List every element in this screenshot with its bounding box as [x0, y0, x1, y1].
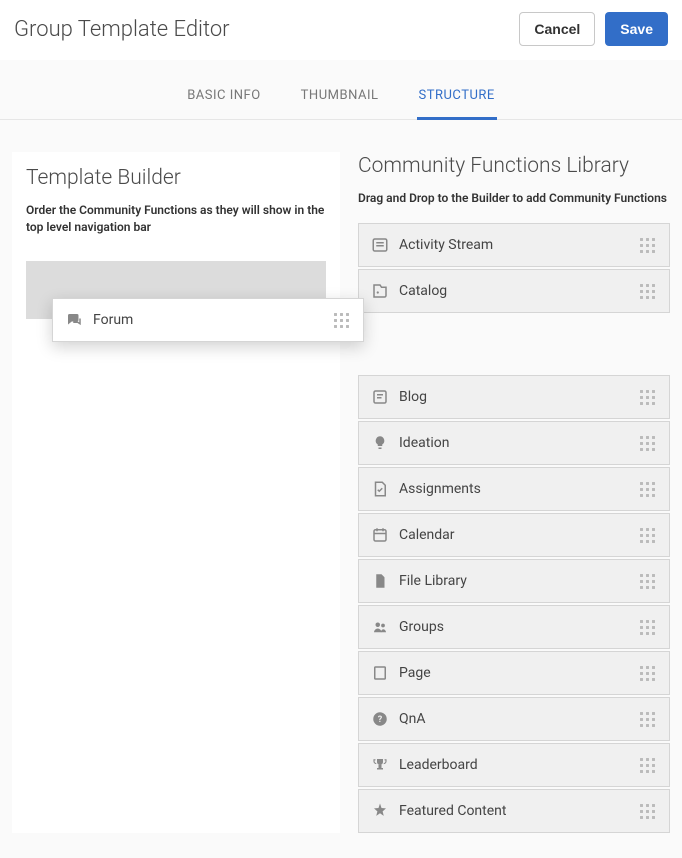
drag-handle-icon[interactable] [637, 709, 657, 729]
library-item[interactable]: Activity Stream [358, 223, 670, 267]
drag-handle-icon[interactable] [637, 755, 657, 775]
groups-icon [371, 618, 389, 636]
dragging-item-forum[interactable]: Forum [52, 298, 364, 342]
cancel-button[interactable]: Cancel [519, 12, 595, 46]
drag-handle-icon[interactable] [637, 617, 657, 637]
assign-icon [371, 480, 389, 498]
header: Group Template Editor Cancel Save [0, 0, 682, 60]
idea-icon [371, 434, 389, 452]
file-icon [371, 572, 389, 590]
trophy-icon [371, 756, 389, 774]
tab-thumbnail[interactable]: THUMBNAIL [299, 88, 381, 119]
library-item-label: Page [399, 665, 637, 681]
save-button[interactable]: Save [605, 12, 668, 46]
drag-handle-icon[interactable] [637, 525, 657, 545]
library-item[interactable]: Assignments [358, 467, 670, 511]
library-subtitle: Drag and Drop to the Builder to add Comm… [358, 190, 670, 207]
template-builder-panel: Template Builder Order the Community Fun… [12, 152, 340, 833]
content: Template Builder Order the Community Fun… [0, 120, 682, 833]
library-item[interactable]: Blog [358, 375, 670, 419]
library-item[interactable]: QnA [358, 697, 670, 741]
drag-handle-icon[interactable] [637, 571, 657, 591]
drag-handle-icon[interactable] [331, 310, 351, 330]
builder-subtitle: Order the Community Functions as they wi… [26, 202, 326, 237]
drag-handle-icon[interactable] [637, 433, 657, 453]
library-item-label: Activity Stream [399, 237, 637, 253]
library-item-label: Ideation [399, 435, 637, 451]
library-title: Community Functions Library [358, 154, 670, 178]
drag-handle-icon[interactable] [637, 235, 657, 255]
library-item[interactable]: Catalog [358, 269, 670, 313]
library-item-label: Calendar [399, 527, 637, 543]
page-title: Group Template Editor [14, 17, 230, 42]
qna-icon [371, 710, 389, 728]
library-item[interactable]: Leaderboard [358, 743, 670, 787]
library-item-label: File Library [399, 573, 637, 589]
library-item-label: Blog [399, 389, 637, 405]
library-item[interactable]: Groups [358, 605, 670, 649]
page-icon [371, 664, 389, 682]
library-item-label: Catalog [399, 283, 637, 299]
library-item-label: Groups [399, 619, 637, 635]
drag-handle-icon[interactable] [637, 387, 657, 407]
drag-handle-icon[interactable] [637, 801, 657, 821]
library-item-label: QnA [399, 711, 637, 727]
library-item-label: Leaderboard [399, 757, 637, 773]
library-item[interactable]: Calendar [358, 513, 670, 557]
drag-handle-icon[interactable] [637, 479, 657, 499]
calendar-icon [371, 526, 389, 544]
tab-structure[interactable]: STRUCTURE [417, 88, 497, 120]
tab-basic-info[interactable]: BASIC INFO [185, 88, 262, 119]
list-icon [371, 236, 389, 254]
catalog-icon [371, 282, 389, 300]
library-gap [358, 315, 670, 373]
library-item-label: Featured Content [399, 803, 637, 819]
library-item[interactable]: Ideation [358, 421, 670, 465]
header-actions: Cancel Save [519, 12, 668, 46]
builder-title: Template Builder [26, 166, 326, 190]
tabs: BASIC INFO THUMBNAIL STRUCTURE [0, 60, 682, 120]
drag-handle-icon[interactable] [637, 663, 657, 683]
drag-handle-icon[interactable] [637, 281, 657, 301]
blog-icon [371, 388, 389, 406]
library-item[interactable]: Page [358, 651, 670, 695]
forum-icon [65, 311, 83, 329]
library-list: Activity Stream Catalog Blog Ideation Assign… [358, 223, 670, 833]
star-icon [371, 802, 389, 820]
library-item[interactable]: Featured Content [358, 789, 670, 833]
library-item-label: Assignments [399, 481, 637, 497]
dragging-item-label: Forum [93, 312, 331, 328]
library-item[interactable]: File Library [358, 559, 670, 603]
library-panel: Community Functions Library Drag and Dro… [358, 152, 670, 833]
